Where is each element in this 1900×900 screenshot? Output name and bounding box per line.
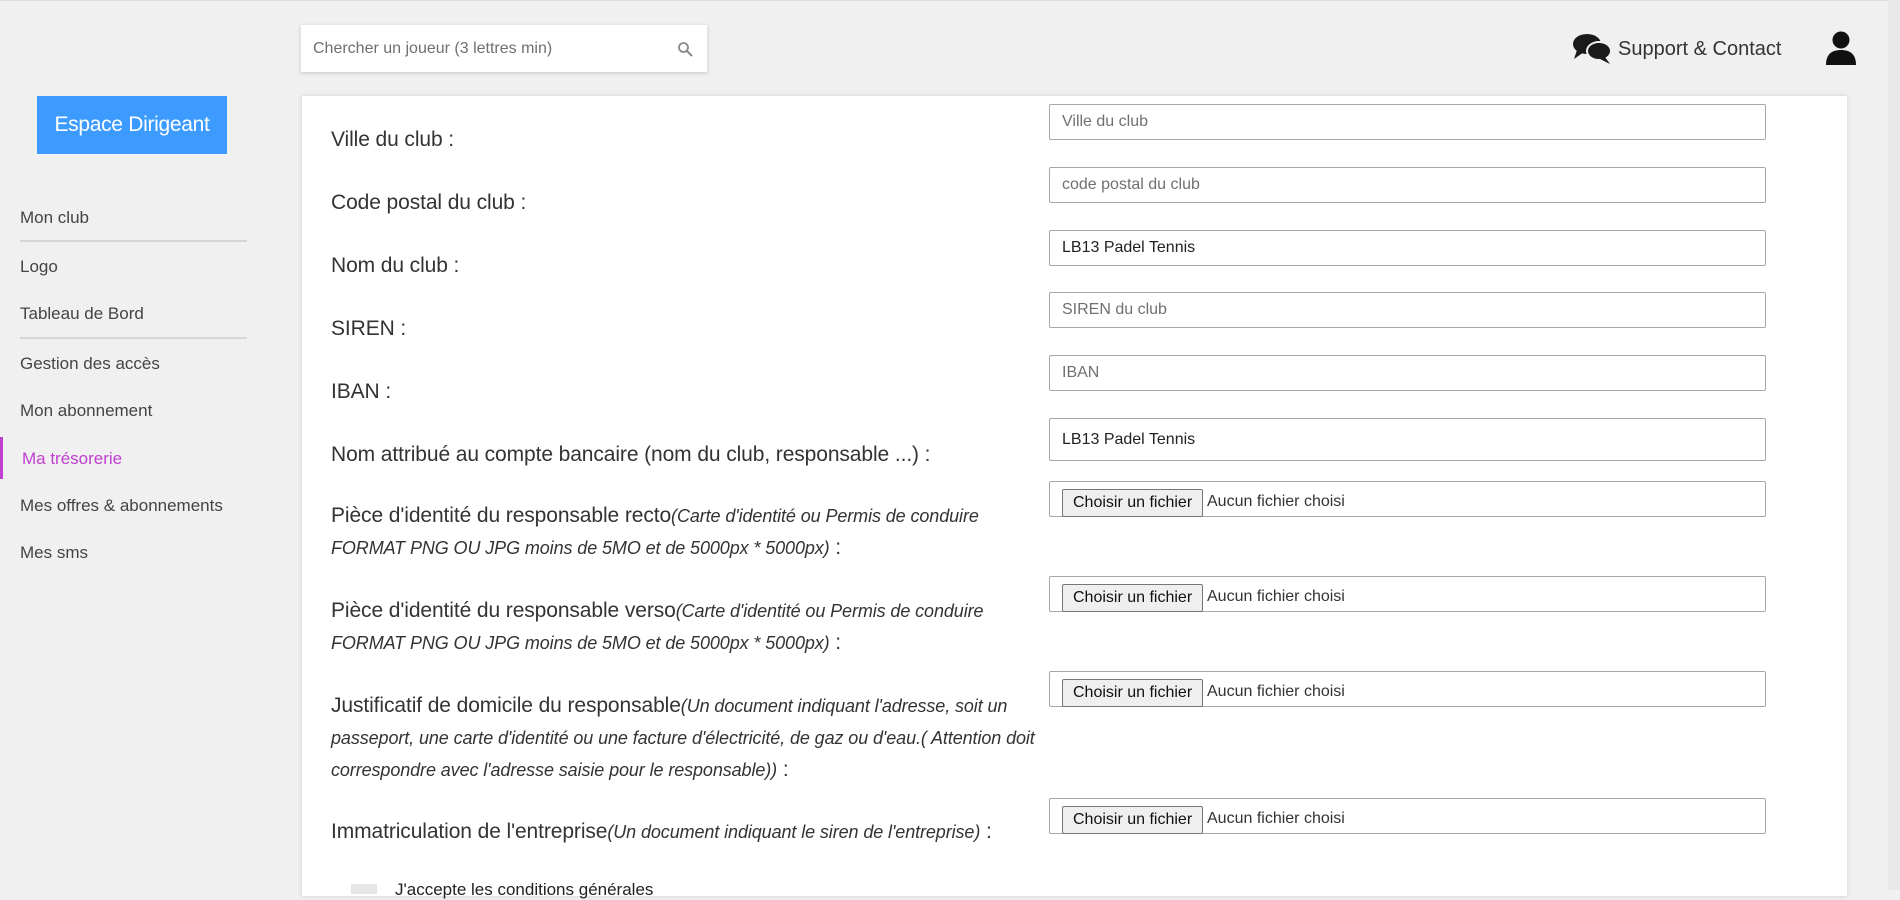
support-contact-label: Support & Contact	[1618, 37, 1782, 60]
menu-divider	[20, 337, 247, 339]
choose-file-button[interactable]: Choisir un fichier	[1062, 489, 1204, 517]
compte-bancaire-label: Nom attribué au compte bancaire (nom du …	[331, 443, 931, 466]
page-scrollbar[interactable]	[1888, 0, 1900, 890]
code-postal-field[interactable]	[1049, 167, 1766, 203]
label-suffix: :	[777, 758, 789, 781]
sidebar-item-mon-club[interactable]: Mon club	[20, 208, 89, 228]
iban-label: IBAN :	[331, 380, 392, 403]
sidebar-item-tableau-de-bord[interactable]: Tableau de Bord	[20, 304, 144, 324]
search-input[interactable]	[301, 25, 661, 72]
siren-field[interactable]	[1049, 292, 1766, 328]
choose-file-button[interactable]: Choisir un fichier	[1062, 584, 1204, 612]
label-suffix: :	[829, 631, 842, 654]
espace-dirigeant-button[interactable]: Espace Dirigeant	[37, 96, 227, 154]
file-status: Aucun fichier choisi	[1207, 493, 1345, 510]
immatriculation-hint: (Un document indiquant le siren de l'ent…	[607, 822, 981, 842]
support-contact-link[interactable]: Support & Contact	[1572, 30, 1781, 68]
cgu-label: J'accepte les conditions générales	[395, 880, 654, 899]
immatriculation-file-input[interactable]: Choisir un fichier Aucun fichier choisi	[1049, 798, 1766, 834]
justificatif-domicile-label: Justificatif de domicile du responsable(…	[331, 690, 1046, 786]
chat-bubbles-icon	[1573, 34, 1612, 64]
ville-field[interactable]	[1049, 104, 1766, 140]
piece-verso-label: Pièce d'identité du responsable verso(Ca…	[331, 595, 1046, 659]
nom-club-label: Nom du club :	[331, 254, 460, 277]
iban-field[interactable]	[1049, 355, 1766, 391]
compte-bancaire-field[interactable]	[1049, 418, 1766, 461]
player-search[interactable]	[301, 25, 707, 72]
code-postal-label: Code postal du club :	[331, 191, 527, 214]
ville-label: Ville du club :	[331, 128, 455, 151]
siren-label: SIREN :	[331, 317, 407, 340]
active-indicator	[0, 437, 3, 479]
immatriculation-title: Immatriculation de l'entreprise	[331, 820, 608, 843]
file-status: Aucun fichier choisi	[1207, 810, 1345, 827]
file-status: Aucun fichier choisi	[1207, 588, 1345, 605]
piece-recto-label: Pièce d'identité du responsable recto(Ca…	[331, 500, 1046, 564]
sidebar-item-logo[interactable]: Logo	[20, 257, 58, 277]
piece-verso-title: Pièce d'identité du responsable verso	[331, 599, 676, 622]
cgu-checkbox[interactable]	[351, 884, 377, 894]
label-suffix: :	[980, 820, 992, 843]
choose-file-button[interactable]: Choisir un fichier	[1062, 679, 1204, 707]
piece-recto-file-input[interactable]: Choisir un fichier Aucun fichier choisi	[1049, 481, 1766, 517]
file-status: Aucun fichier choisi	[1207, 683, 1345, 700]
top-border	[0, 0, 1900, 1]
piece-verso-file-input[interactable]: Choisir un fichier Aucun fichier choisi	[1049, 576, 1766, 612]
sidebar-item-mon-abonnement[interactable]: Mon abonnement	[20, 401, 152, 421]
nom-club-field[interactable]	[1049, 230, 1766, 266]
sidebar-item-mes-sms[interactable]: Mes sms	[20, 543, 88, 563]
immatriculation-label: Immatriculation de l'entreprise(Un docum…	[331, 820, 992, 844]
menu-divider	[20, 240, 247, 242]
justificatif-file-input[interactable]: Choisir un fichier Aucun fichier choisi	[1049, 671, 1766, 707]
sidebar-item-gestion-acces[interactable]: Gestion des accès	[20, 354, 160, 374]
label-suffix: :	[829, 536, 842, 559]
piece-recto-title: Pièce d'identité du responsable recto	[331, 504, 672, 527]
search-icon[interactable]	[677, 41, 693, 57]
sidebar-item-ma-tresorerie[interactable]: Ma trésorerie	[22, 449, 122, 469]
choose-file-button[interactable]: Choisir un fichier	[1062, 806, 1204, 834]
justificatif-title: Justificatif de domicile du responsable	[331, 694, 681, 717]
sidebar-item-offres-abonnements[interactable]: Mes offres & abonnements	[20, 496, 223, 516]
user-account-icon[interactable]	[1824, 30, 1858, 66]
